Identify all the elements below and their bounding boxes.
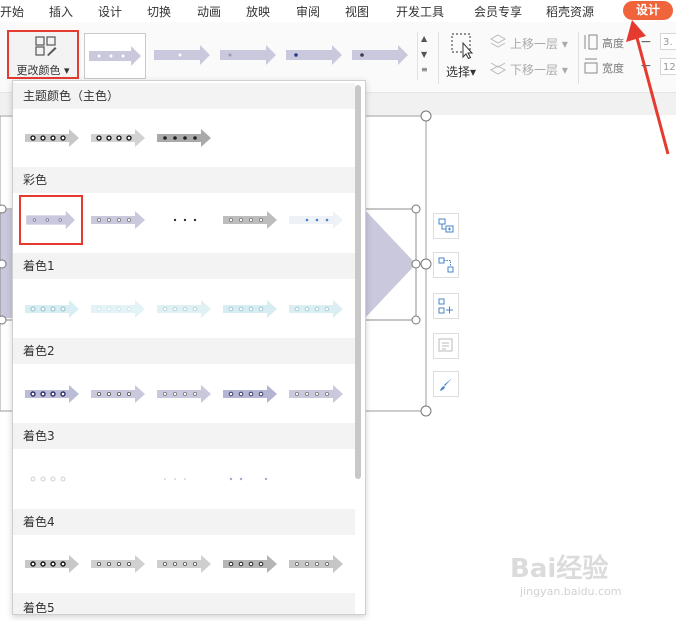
ribbon-separator [438, 32, 439, 84]
arrange-button[interactable] [433, 293, 459, 319]
gallery-expand-icon[interactable]: ≡ [421, 65, 428, 74]
menu-slideshow[interactable]: 放映 [246, 3, 270, 20]
section-accent-2: 着色2 [13, 338, 355, 364]
height-icon [584, 34, 598, 50]
section-accent-1: 着色1 [13, 253, 355, 279]
section-accent-4: 着色4 [13, 509, 355, 535]
color-option[interactable] [89, 551, 147, 577]
dropdown-scrollbar[interactable] [355, 85, 361, 479]
menu-design[interactable]: 设计 [98, 3, 122, 20]
menu-bar: 开始 插入 设计 切换 动画 放映 审阅 视图 开发工具 会员专享 稻壳资源 设… [0, 0, 676, 22]
style-thumb[interactable] [152, 37, 212, 73]
arrange-icon [438, 298, 453, 314]
style-thumb[interactable] [218, 37, 278, 73]
section-accent-5: 着色5 [13, 593, 355, 614]
ribbon-separator [578, 32, 579, 84]
send-backward-button[interactable]: 下移一层 ▾ [510, 61, 568, 78]
bring-forward-button[interactable]: 上移一层 ▾ [510, 35, 568, 52]
section-colorful: 彩色 [13, 167, 355, 193]
style-thumb[interactable] [350, 37, 410, 73]
menu-transitions[interactable]: 切换 [147, 3, 171, 20]
menu-review[interactable]: 审阅 [296, 3, 320, 20]
color-option-selected[interactable] [19, 195, 83, 245]
menu-member[interactable]: 会员专享 [474, 3, 522, 20]
menu-resources[interactable]: 稻壳资源 [546, 3, 594, 20]
color-option[interactable] [287, 296, 345, 322]
section-theme-colors: 主题颜色（主色） [13, 83, 355, 109]
watermark-url: jingyan.baidu.com [520, 585, 622, 598]
menu-home[interactable]: 开始 [0, 3, 24, 20]
color-option[interactable] [155, 381, 213, 407]
color-option[interactable] [155, 551, 213, 577]
gallery-scroller[interactable]: ▲ ▼ ≡ [417, 32, 432, 80]
color-option[interactable] [287, 381, 345, 407]
layout-icon [438, 257, 454, 273]
annotation-arrow [626, 20, 670, 155]
change-color-label: 更改颜色 ▾ [16, 64, 70, 77]
color-option[interactable] [221, 551, 279, 577]
watermark-logo: Bai经验 [510, 554, 609, 584]
select-cursor-icon [451, 33, 474, 59]
style-thumb[interactable] [84, 33, 146, 79]
style-gallery [84, 31, 414, 81]
section-accent-3: 着色3 [13, 423, 355, 449]
color-option[interactable] [23, 381, 81, 407]
color-option[interactable] [23, 296, 81, 322]
style-thumb[interactable] [284, 37, 344, 73]
menu-developer[interactable]: 开发工具 [396, 3, 444, 20]
menu-animations[interactable]: 动画 [197, 3, 221, 20]
color-option[interactable] [89, 125, 147, 151]
paint-brush-icon [440, 378, 452, 391]
width-icon [584, 58, 598, 74]
color-option[interactable] [89, 207, 147, 233]
color-option[interactable] [89, 381, 147, 407]
color-option[interactable] [23, 466, 81, 492]
change-color-button[interactable]: 更改颜色 ▾ [7, 30, 79, 79]
send-backward-icon [489, 62, 507, 75]
color-option[interactable] [89, 296, 147, 322]
palette-icon [35, 36, 57, 56]
color-option[interactable] [23, 551, 81, 577]
add-shape-button[interactable] [433, 213, 459, 239]
color-option[interactable] [155, 296, 213, 322]
add-shape-icon [438, 218, 454, 233]
color-option[interactable] [287, 207, 345, 233]
bring-forward-icon [489, 34, 507, 48]
color-option[interactable] [155, 207, 213, 233]
color-option[interactable] [155, 466, 213, 492]
scroll-down-icon[interactable]: ▼ [421, 50, 427, 59]
text-pane-icon [438, 338, 453, 352]
select-button[interactable]: 选择▾ [444, 31, 480, 79]
color-option[interactable] [23, 125, 81, 151]
select-label: 选择▾ [446, 65, 477, 79]
change-color-dropdown: 主题颜色（主色） 彩色 着色1 着色2 着色3 着色4 着色5 [12, 80, 366, 615]
menu-view[interactable]: 视图 [345, 3, 369, 20]
scroll-up-icon[interactable]: ▲ [421, 34, 427, 43]
color-option[interactable] [155, 125, 213, 151]
color-option[interactable] [221, 207, 279, 233]
color-option[interactable] [221, 296, 279, 322]
change-layout-button[interactable] [433, 252, 459, 278]
color-option[interactable] [221, 381, 279, 407]
format-painter-button[interactable] [433, 371, 459, 397]
text-pane-button[interactable] [433, 333, 459, 359]
color-option[interactable] [221, 466, 279, 492]
color-option[interactable] [287, 551, 345, 577]
menu-insert[interactable]: 插入 [49, 3, 73, 20]
